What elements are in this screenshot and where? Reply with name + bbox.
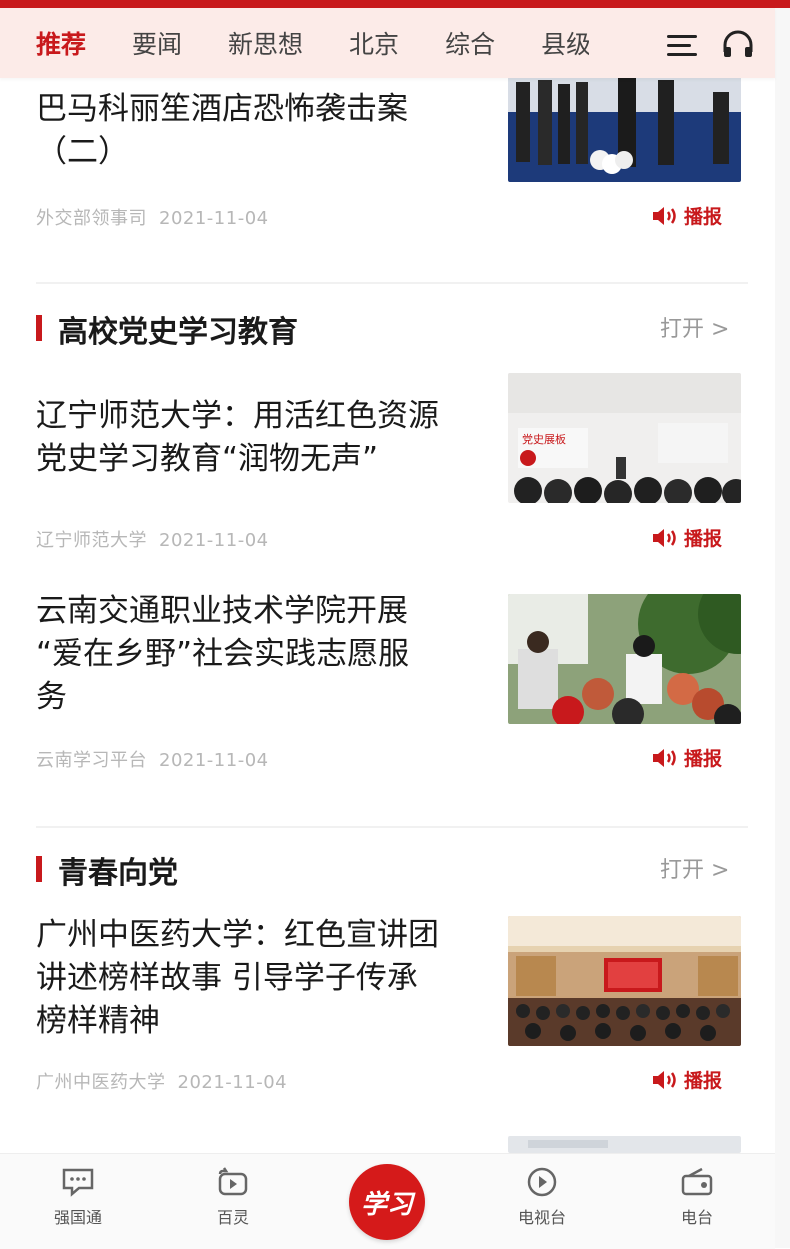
article-meta: 外交部领事司 2021-11-04: [36, 204, 269, 230]
section-title: 高校党史学习教育: [58, 315, 298, 350]
tab-county[interactable]: 县级: [541, 25, 589, 61]
article-thumbnail[interactable]: [508, 1136, 741, 1153]
article-date: 2021-11-04: [159, 208, 269, 229]
speaker-icon: [653, 1070, 676, 1089]
xuexi-center-button[interactable]: 学习: [349, 1164, 425, 1240]
section-header: 高校党史学习教育 打开 >: [0, 307, 775, 350]
divider: [36, 282, 748, 284]
tab-general[interactable]: 综合: [445, 25, 495, 61]
channel-tabs: 推荐 要闻 新思想 北京 综合 县级: [0, 8, 775, 78]
article-meta: 广州中医药大学 2021-11-04: [36, 1068, 287, 1094]
scroll-gutter: [775, 0, 790, 1248]
article-date: 2021-11-04: [159, 530, 269, 551]
section-header: 青春向党 打开 >: [0, 848, 775, 891]
article-title[interactable]: 广州中医药大学：红色宣讲团 讲述榜样故事 引导学子传承 榜样精神: [36, 914, 476, 1043]
article-title[interactable]: 辽宁师范大学：用活红色资源 党史学习教育“润物无声”: [36, 395, 476, 481]
article-meta: 云南学习平台 2021-11-04: [36, 746, 269, 772]
section-open-link[interactable]: 打开 >: [660, 311, 729, 343]
article-source[interactable]: 辽宁师范大学: [36, 530, 147, 551]
broadcast-button[interactable]: 播报: [652, 1066, 722, 1093]
speaker-icon: [653, 206, 676, 225]
chat-icon: [62, 1168, 94, 1197]
broadcast-button[interactable]: 播报: [652, 202, 722, 229]
broadcast-button[interactable]: 播报: [652, 524, 722, 551]
article-date: 2021-11-04: [159, 750, 269, 771]
nav-bailing[interactable]: 百灵: [183, 1166, 283, 1228]
tab-recommend[interactable]: 推荐: [36, 25, 86, 61]
menu-icon[interactable]: [667, 33, 697, 57]
nav-qiangguotong[interactable]: 强国通: [28, 1166, 128, 1228]
section-open-link[interactable]: 打开 >: [660, 852, 729, 884]
article-source[interactable]: 云南学习平台: [36, 750, 147, 771]
tab-beijing[interactable]: 北京: [349, 25, 399, 61]
article-thumbnail[interactable]: [508, 594, 741, 724]
speaker-icon: [653, 528, 676, 547]
tab-headlines[interactable]: 要闻: [132, 25, 182, 61]
svg-text:党史展板: 党史展板: [522, 432, 566, 446]
nav-radio[interactable]: 电台: [647, 1166, 747, 1228]
article-thumbnail[interactable]: [508, 916, 741, 1046]
article-meta: 辽宁师范大学 2021-11-04: [36, 526, 269, 552]
article-source[interactable]: 外交部领事司: [36, 208, 147, 229]
broadcast-button[interactable]: 播报: [652, 744, 722, 771]
nav-tv[interactable]: 电视台: [492, 1166, 592, 1228]
article-source[interactable]: 广州中医药大学: [36, 1072, 166, 1093]
speaker-icon: [653, 748, 676, 767]
section-accent-bar: [36, 856, 42, 882]
bottom-nav: 强国通 百灵 学习 电视台 电台: [0, 1153, 775, 1249]
section-accent-bar: [36, 315, 42, 341]
article-title[interactable]: 云南交通职业技术学院开展 “爱在乡野”社会实践志愿服 务: [36, 590, 476, 719]
article-thumbnail[interactable]: 党史展板: [508, 373, 741, 503]
article-date: 2021-11-04: [177, 1072, 288, 1093]
divider: [36, 826, 748, 828]
radio-icon: [681, 1167, 713, 1196]
article-title[interactable]: 巴马科丽笙酒店恐怖袭击案 （二）: [36, 88, 476, 174]
play-circle-icon: [527, 1167, 557, 1197]
tab-new-thought[interactable]: 新思想: [228, 25, 303, 61]
top-accent-line: [0, 0, 790, 8]
headphone-icon[interactable]: [721, 30, 755, 60]
play-tv-icon: [218, 1167, 248, 1196]
section-title: 青春向党: [58, 856, 178, 891]
